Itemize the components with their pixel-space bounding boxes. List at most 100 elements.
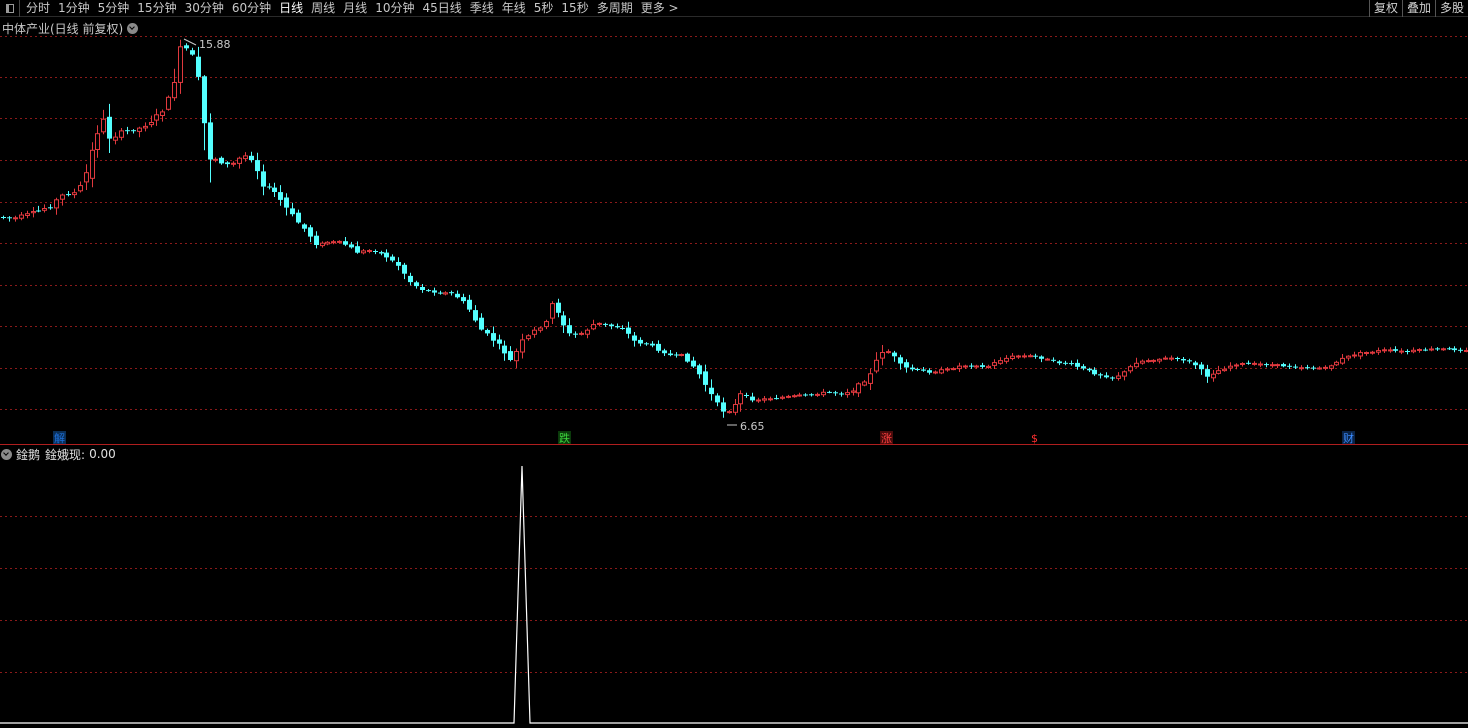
candle (149, 115, 154, 128)
candle (497, 334, 502, 350)
candle-body (1329, 365, 1334, 369)
candle (685, 352, 690, 363)
candle-body (1411, 349, 1416, 353)
candle-body (208, 122, 213, 160)
candle-body (691, 360, 696, 367)
candle (691, 356, 696, 368)
candle-body (1334, 361, 1339, 366)
candle (343, 237, 348, 247)
candle (868, 368, 873, 390)
candle (939, 366, 944, 375)
candle (1447, 346, 1452, 350)
candle-body (84, 172, 89, 183)
sub-chart-options-chevron-icon[interactable] (1, 448, 12, 460)
candle (508, 346, 513, 362)
candle (1004, 355, 1009, 364)
candle-body (1069, 363, 1074, 365)
candle-body (479, 317, 484, 330)
candle (261, 164, 266, 196)
candle (821, 388, 826, 397)
candle-body (1464, 350, 1468, 352)
candle (874, 352, 879, 374)
candle-body (396, 262, 401, 266)
candle (296, 209, 301, 224)
candle (1405, 349, 1410, 355)
candle-body (25, 213, 30, 216)
candle (1258, 361, 1263, 368)
candle-body (1346, 355, 1351, 359)
candle-body (1081, 366, 1086, 369)
candle (845, 388, 850, 398)
candle-body (815, 393, 820, 396)
candle-body (904, 362, 909, 368)
candle-body (868, 373, 873, 384)
candle-body (898, 357, 903, 364)
candle (951, 367, 956, 371)
candle-body (1110, 377, 1115, 379)
candle-body (579, 332, 584, 335)
candle-body (845, 392, 850, 396)
candle-body (969, 365, 974, 367)
candle (1317, 366, 1322, 370)
candle (54, 197, 59, 215)
candle (992, 359, 997, 369)
candle-body (1234, 364, 1239, 367)
candle (526, 334, 531, 341)
candle (744, 392, 749, 398)
candle (1116, 372, 1121, 381)
candle-body (101, 118, 106, 133)
candle (154, 108, 159, 126)
candle (1417, 348, 1422, 353)
candle (308, 224, 313, 243)
candle-body (66, 194, 71, 196)
candle-body (367, 250, 372, 252)
candle (119, 128, 124, 141)
candle-body (1405, 351, 1410, 352)
candle (455, 290, 460, 299)
candle-body (1340, 357, 1345, 364)
candle-body (939, 369, 944, 374)
candle (910, 364, 915, 372)
candle (331, 240, 336, 245)
candle (839, 391, 844, 397)
candle (862, 380, 867, 387)
candle (1370, 350, 1375, 355)
candle-body (1376, 350, 1381, 353)
candle (208, 113, 213, 183)
candle-body (485, 330, 490, 334)
high-pointer (183, 38, 197, 46)
candle-body (1216, 370, 1221, 374)
candle (809, 393, 814, 397)
candle-body (1352, 354, 1357, 357)
candle (367, 249, 372, 254)
candle-body (833, 392, 838, 394)
candle-body (1452, 348, 1457, 351)
candle (438, 290, 443, 295)
candle (255, 152, 260, 180)
candle-body (1116, 375, 1121, 379)
candle-body (792, 395, 797, 398)
candle-body (202, 76, 207, 124)
candle-body (160, 111, 165, 117)
candle-body (1199, 364, 1204, 370)
candle (320, 241, 325, 248)
candle-body (31, 211, 36, 214)
candle-body (172, 82, 177, 99)
candle (585, 328, 590, 339)
candle-body (644, 343, 649, 345)
candle-body (1187, 360, 1192, 362)
candle-body (556, 302, 561, 313)
candle (1458, 347, 1463, 353)
candle (473, 305, 478, 323)
candle-body (768, 398, 773, 401)
candle-body (1033, 355, 1038, 357)
candle-body (615, 326, 620, 328)
candle (491, 326, 496, 347)
candle (756, 397, 761, 403)
chart-canvas[interactable]: 15.88 6.65 解 跌 涨 $ 财 (0, 0, 1468, 728)
candle-body (243, 155, 248, 160)
candle (373, 249, 378, 255)
candle (945, 367, 950, 372)
candle-body (620, 328, 625, 329)
candle-body (862, 381, 867, 386)
